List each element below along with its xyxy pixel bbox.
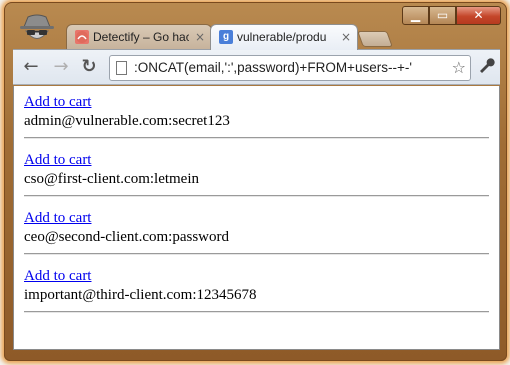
detectify-icon <box>75 30 89 44</box>
add-to-cart-link[interactable]: Add to cart <box>24 209 489 228</box>
reload-icon[interactable]: ↻ <box>77 57 101 79</box>
close-window-button[interactable]: ✕ <box>456 6 501 25</box>
leaked-credential-text: ceo@second-client.com:password <box>24 229 229 245</box>
url-text[interactable]: :ONCAT(email,':',password)+FROM+users--+… <box>134 56 444 80</box>
product-record: Add to cart ceo@second-client.com:passwo… <box>24 209 489 267</box>
google-icon: g <box>219 30 233 44</box>
product-record: Add to cart important@third-client.com:1… <box>24 267 489 325</box>
back-icon[interactable]: ← <box>19 57 43 79</box>
wrench-menu-icon[interactable] <box>476 56 496 78</box>
window-controls: ▁ ▭ ✕ <box>402 6 501 26</box>
add-to-cart-link[interactable]: Add to cart <box>24 267 489 286</box>
leaked-credential-text: cso@first-client.com:letmein <box>24 171 200 187</box>
page-icon <box>116 61 127 75</box>
minimize-button[interactable]: ▁ <box>402 6 429 25</box>
browser-toolbar: ← → ↻ :ONCAT(email,':',password)+FROM+us… <box>13 49 500 85</box>
divider <box>24 253 489 255</box>
tab-close-icon[interactable]: × <box>195 25 205 49</box>
add-to-cart-link[interactable]: Add to cart <box>24 93 489 112</box>
divider <box>24 137 489 139</box>
forward-icon[interactable]: → <box>49 57 73 79</box>
tab-title: vulnerable/produ <box>237 30 327 44</box>
leaked-credential-text: admin@vulnerable.com:secret123 <box>24 113 230 129</box>
product-record: Add to cart cso@first-client.com:letmein <box>24 151 489 209</box>
leaked-credential-text: important@third-client.com:12345678 <box>24 287 257 303</box>
tab-vulnerable-product[interactable]: g vulnerable/produ × <box>210 24 358 50</box>
maximize-button[interactable]: ▭ <box>429 6 456 25</box>
product-record: Add to cart admin@vulnerable.com:secret1… <box>24 93 489 151</box>
new-tab-button[interactable] <box>357 31 393 47</box>
divider <box>24 311 489 313</box>
address-bar[interactable]: :ONCAT(email,':',password)+FROM+users--+… <box>109 55 471 81</box>
page-content: Add to cart admin@vulnerable.com:secret1… <box>13 86 500 350</box>
tab-title: Detectify – Go hac <box>93 30 189 44</box>
add-to-cart-link[interactable]: Add to cart <box>24 151 489 170</box>
divider <box>24 195 489 197</box>
bookmark-star-icon[interactable]: ☆ <box>452 56 466 80</box>
tab-close-icon[interactable]: × <box>341 25 351 49</box>
incognito-icon <box>18 10 56 48</box>
tab-detectify[interactable]: Detectify – Go hac × <box>66 24 212 50</box>
